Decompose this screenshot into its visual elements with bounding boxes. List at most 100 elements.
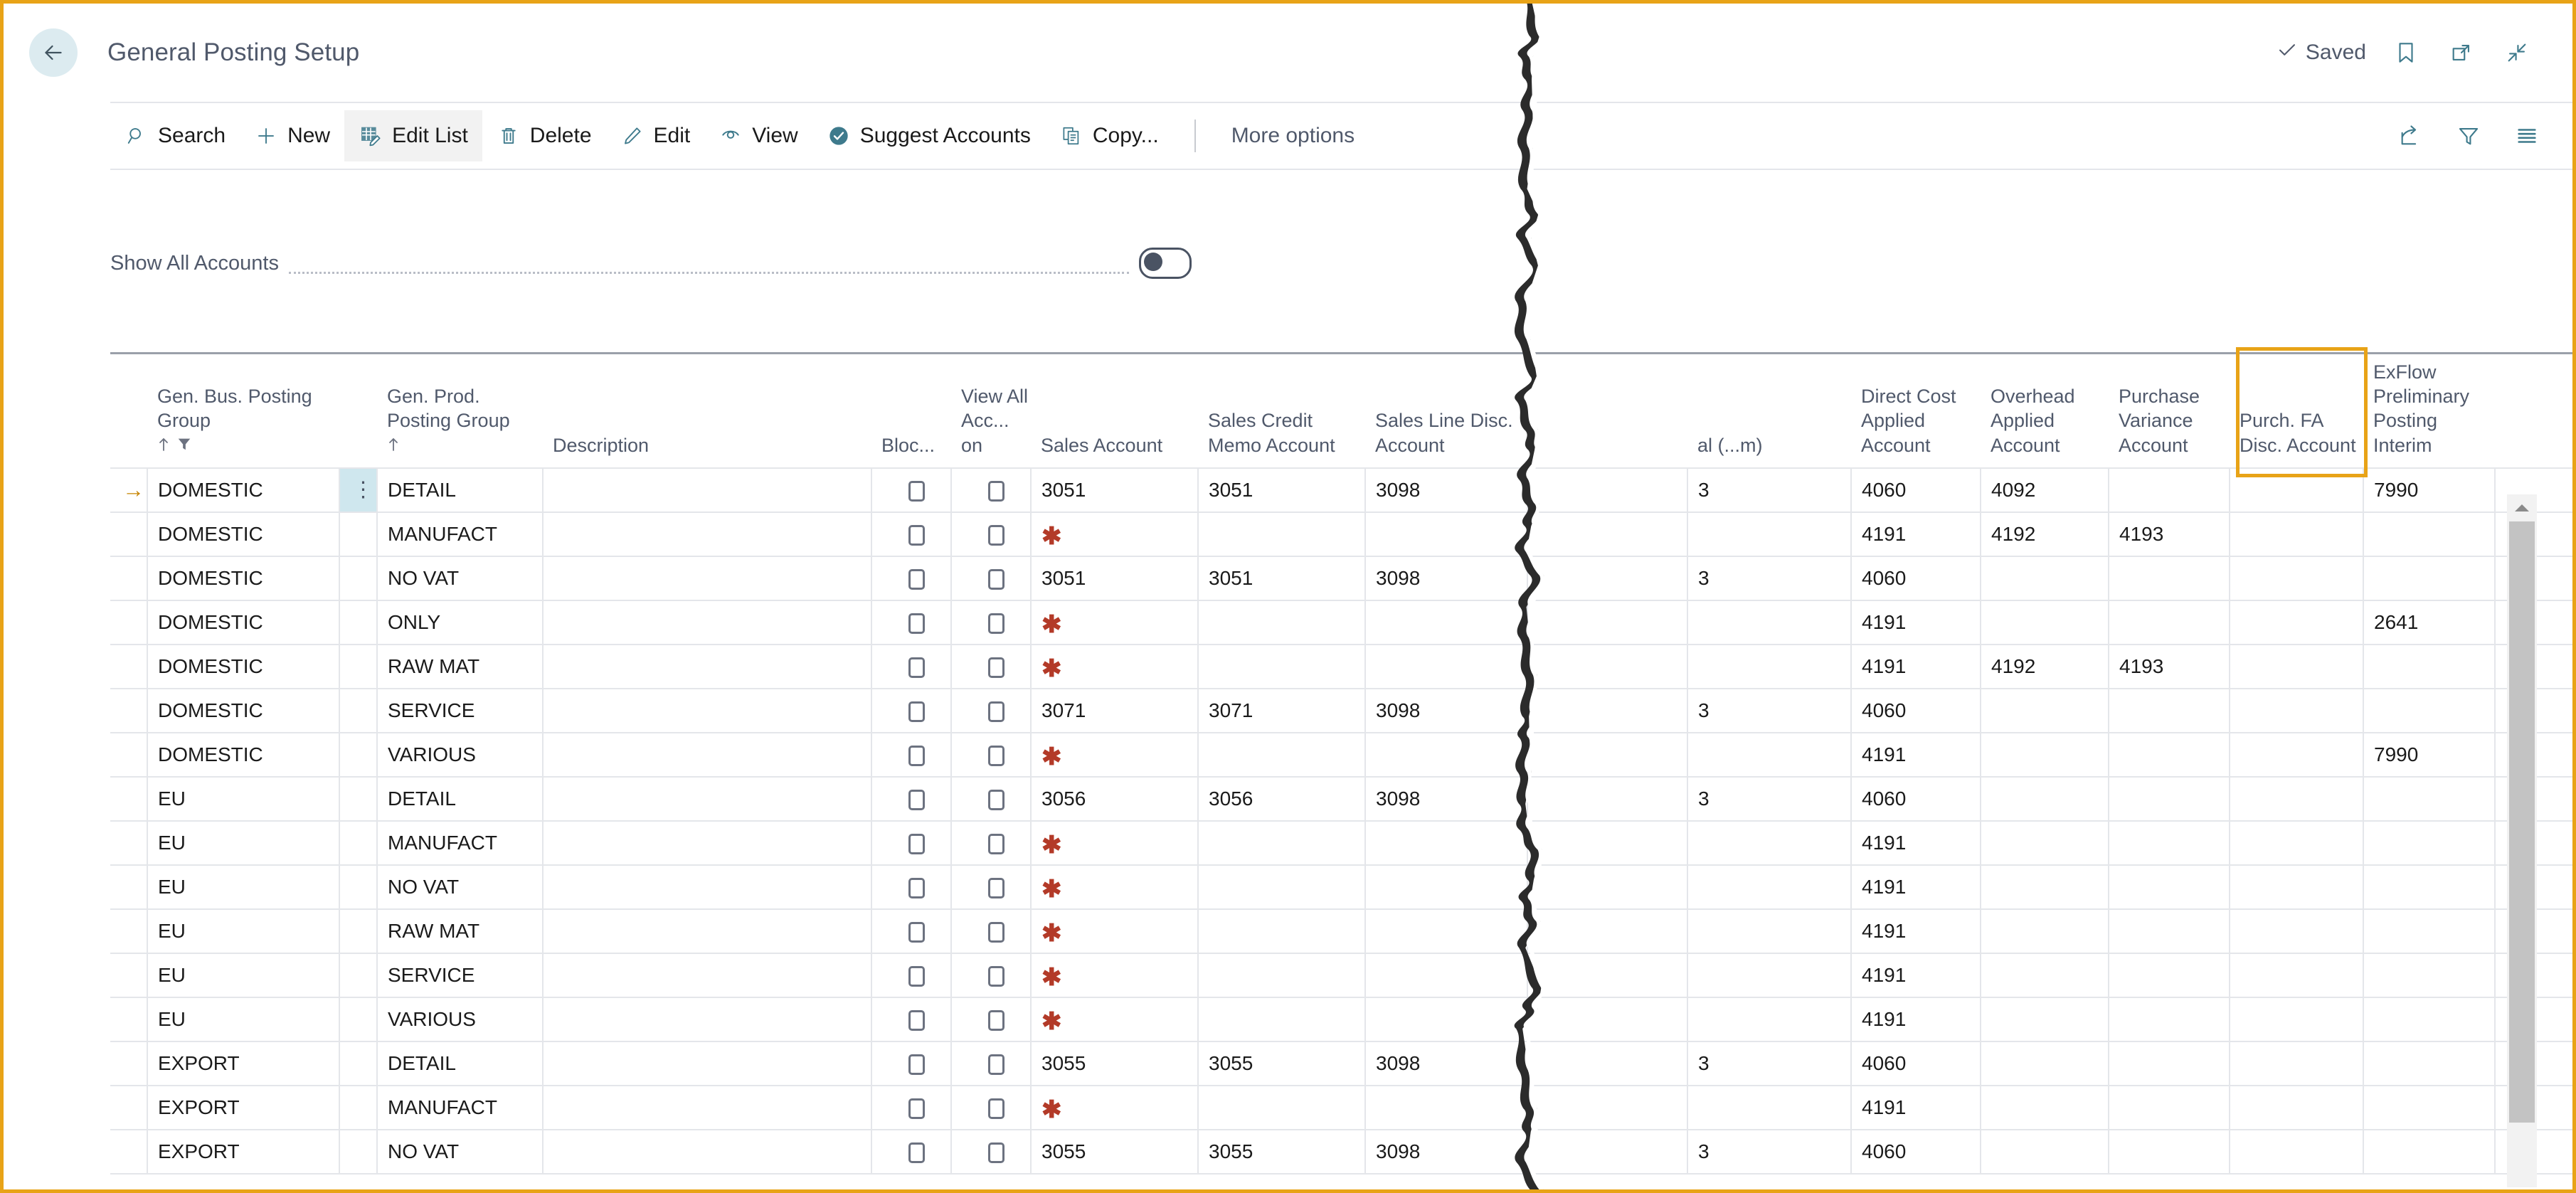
cell-purchase-variance-account[interactable] bbox=[2109, 865, 2230, 909]
cell-gen-bus-posting-group[interactable]: DOMESTIC bbox=[147, 733, 339, 777]
cell-description[interactable] bbox=[543, 865, 871, 909]
table-row[interactable]: DOMESTICSERVICE30713071309834060 bbox=[110, 689, 2573, 733]
cell-overhead-applied-account[interactable] bbox=[1981, 865, 2109, 909]
row-menu-button[interactable] bbox=[339, 1086, 377, 1130]
cell-sales-account[interactable]: ✱ bbox=[1031, 733, 1198, 777]
cell-sales-account[interactable]: 3056 bbox=[1031, 777, 1198, 821]
cell-blocked-checkbox[interactable] bbox=[871, 468, 951, 512]
cell-purch-fa-disc-account[interactable] bbox=[2230, 1086, 2363, 1130]
cell-direct-cost-applied-account[interactable]: 4060 bbox=[1851, 1130, 1981, 1174]
cell-hidden-a[interactable] bbox=[1527, 1041, 1687, 1086]
cell-sales-credit-memo-account[interactable] bbox=[1198, 512, 1365, 556]
cell-blocked-checkbox[interactable] bbox=[871, 600, 951, 645]
view-button[interactable]: View bbox=[704, 110, 812, 161]
cell-description[interactable] bbox=[543, 512, 871, 556]
row-menu-button[interactable] bbox=[339, 512, 377, 556]
cell-sales-credit-memo-account[interactable]: 3055 bbox=[1198, 1130, 1365, 1174]
filter-icon[interactable] bbox=[2453, 120, 2484, 152]
cell-description[interactable] bbox=[543, 997, 871, 1041]
cell-hidden-b[interactable] bbox=[1687, 865, 1851, 909]
cell-overhead-applied-account[interactable] bbox=[1981, 1130, 2109, 1174]
cell-sales-credit-memo-account[interactable] bbox=[1198, 997, 1365, 1041]
cell-sales-account[interactable]: ✱ bbox=[1031, 1086, 1198, 1130]
cell-hidden-a[interactable] bbox=[1527, 645, 1687, 689]
cell-sales-credit-memo-account[interactable]: 3051 bbox=[1198, 556, 1365, 600]
cell-purch-fa-disc-account[interactable] bbox=[2230, 468, 2363, 512]
cell-sales-credit-memo-account[interactable]: 3051 bbox=[1198, 468, 1365, 512]
cell-overhead-applied-account[interactable] bbox=[1981, 821, 2109, 865]
cell-purch-fa-disc-account[interactable] bbox=[2230, 821, 2363, 865]
cell-blocked-checkbox[interactable] bbox=[871, 733, 951, 777]
column-header-sales-credit-memo-account[interactable]: Sales Credit Memo Account bbox=[1198, 354, 1365, 468]
blocked-checkbox[interactable] bbox=[908, 1142, 925, 1163]
cell-exflow-preliminary-posting-interim[interactable] bbox=[2363, 1041, 2495, 1086]
cell-purchase-variance-account[interactable] bbox=[2109, 953, 2230, 997]
cell-hidden-b[interactable]: 3 bbox=[1687, 1130, 1851, 1174]
cell-sales-account[interactable]: ✱ bbox=[1031, 997, 1198, 1041]
cell-hidden-b[interactable] bbox=[1687, 821, 1851, 865]
cell-sales-credit-memo-account[interactable] bbox=[1198, 821, 1365, 865]
row-menu-button[interactable] bbox=[339, 689, 377, 733]
cell-view-all-accounts-checkbox[interactable] bbox=[951, 512, 1031, 556]
cell-exflow-preliminary-posting-interim[interactable] bbox=[2363, 997, 2495, 1041]
view-all-accounts-checkbox[interactable] bbox=[988, 1054, 1005, 1075]
cell-purch-fa-disc-account[interactable] bbox=[2230, 512, 2363, 556]
cell-gen-prod-posting-group[interactable]: NO VAT bbox=[377, 1130, 543, 1174]
cell-direct-cost-applied-account[interactable]: 4191 bbox=[1851, 512, 1981, 556]
cell-gen-bus-posting-group[interactable]: EU bbox=[147, 953, 339, 997]
blocked-checkbox[interactable] bbox=[908, 657, 925, 678]
cell-sales-account[interactable]: ✱ bbox=[1031, 512, 1198, 556]
cell-hidden-a[interactable] bbox=[1527, 556, 1687, 600]
cell-gen-prod-posting-group[interactable]: NO VAT bbox=[377, 865, 543, 909]
cell-hidden-b[interactable] bbox=[1687, 953, 1851, 997]
cell-hidden-a[interactable] bbox=[1527, 953, 1687, 997]
cell-hidden-b[interactable] bbox=[1687, 997, 1851, 1041]
blocked-checkbox[interactable] bbox=[908, 878, 925, 898]
cell-sales-credit-memo-account[interactable]: 3056 bbox=[1198, 777, 1365, 821]
view-all-accounts-checkbox[interactable] bbox=[988, 525, 1005, 546]
cell-sales-account[interactable]: ✱ bbox=[1031, 821, 1198, 865]
edit-button[interactable]: Edit bbox=[606, 110, 705, 161]
cell-purchase-variance-account[interactable] bbox=[2109, 777, 2230, 821]
row-menu-button[interactable] bbox=[339, 909, 377, 953]
cell-overhead-applied-account[interactable] bbox=[1981, 556, 2109, 600]
cell-hidden-b[interactable] bbox=[1687, 733, 1851, 777]
cell-view-all-accounts-checkbox[interactable] bbox=[951, 468, 1031, 512]
cell-exflow-preliminary-posting-interim[interactable] bbox=[2363, 865, 2495, 909]
column-header-sales-line-disc-account[interactable]: Sales Line Disc. Account bbox=[1365, 354, 1527, 468]
cell-purch-fa-disc-account[interactable] bbox=[2230, 600, 2363, 645]
blocked-checkbox[interactable] bbox=[908, 569, 925, 590]
view-all-accounts-checkbox[interactable] bbox=[988, 1142, 1005, 1163]
cell-purch-fa-disc-account[interactable] bbox=[2230, 689, 2363, 733]
cell-direct-cost-applied-account[interactable]: 4191 bbox=[1851, 953, 1981, 997]
cell-hidden-a[interactable] bbox=[1527, 909, 1687, 953]
blocked-checkbox[interactable] bbox=[908, 922, 925, 943]
cell-exflow-preliminary-posting-interim[interactable]: 2641 bbox=[2363, 600, 2495, 645]
cell-view-all-accounts-checkbox[interactable] bbox=[951, 821, 1031, 865]
cell-view-all-accounts-checkbox[interactable] bbox=[951, 645, 1031, 689]
column-header-gen-bus-posting-group[interactable]: Gen. Bus. Posting Group bbox=[147, 354, 339, 468]
column-header-gen-prod-posting-group[interactable]: Gen. Prod. Posting Group bbox=[377, 354, 543, 468]
cell-hidden-b[interactable]: 3 bbox=[1687, 777, 1851, 821]
cell-direct-cost-applied-account[interactable]: 4191 bbox=[1851, 1086, 1981, 1130]
more-options-button[interactable]: More options bbox=[1217, 110, 1369, 161]
cell-gen-bus-posting-group[interactable]: EU bbox=[147, 821, 339, 865]
blocked-checkbox[interactable] bbox=[908, 1098, 925, 1119]
cell-hidden-b[interactable]: 3 bbox=[1687, 468, 1851, 512]
cell-exflow-preliminary-posting-interim[interactable] bbox=[2363, 689, 2495, 733]
cell-view-all-accounts-checkbox[interactable] bbox=[951, 689, 1031, 733]
cell-sales-account[interactable]: ✱ bbox=[1031, 645, 1198, 689]
cell-sales-credit-memo-account[interactable]: 3055 bbox=[1198, 1041, 1365, 1086]
column-header-exflow-preliminary-posting-interim[interactable]: ExFlow Preliminary Posting Interim bbox=[2363, 354, 2495, 468]
cell-hidden-b[interactable] bbox=[1687, 1086, 1851, 1130]
suggest-accounts-button[interactable]: Suggest Accounts bbox=[812, 110, 1045, 161]
table-row[interactable]: EUDETAIL30563056309834060 bbox=[110, 777, 2573, 821]
cell-direct-cost-applied-account[interactable]: 4060 bbox=[1851, 777, 1981, 821]
cell-purchase-variance-account[interactable] bbox=[2109, 600, 2230, 645]
cell-description[interactable] bbox=[543, 821, 871, 865]
cell-purchase-variance-account[interactable] bbox=[2109, 468, 2230, 512]
view-all-accounts-checkbox[interactable] bbox=[988, 746, 1005, 766]
view-all-accounts-checkbox[interactable] bbox=[988, 701, 1005, 722]
cell-view-all-accounts-checkbox[interactable] bbox=[951, 953, 1031, 997]
bookmark-icon[interactable] bbox=[2390, 37, 2422, 68]
